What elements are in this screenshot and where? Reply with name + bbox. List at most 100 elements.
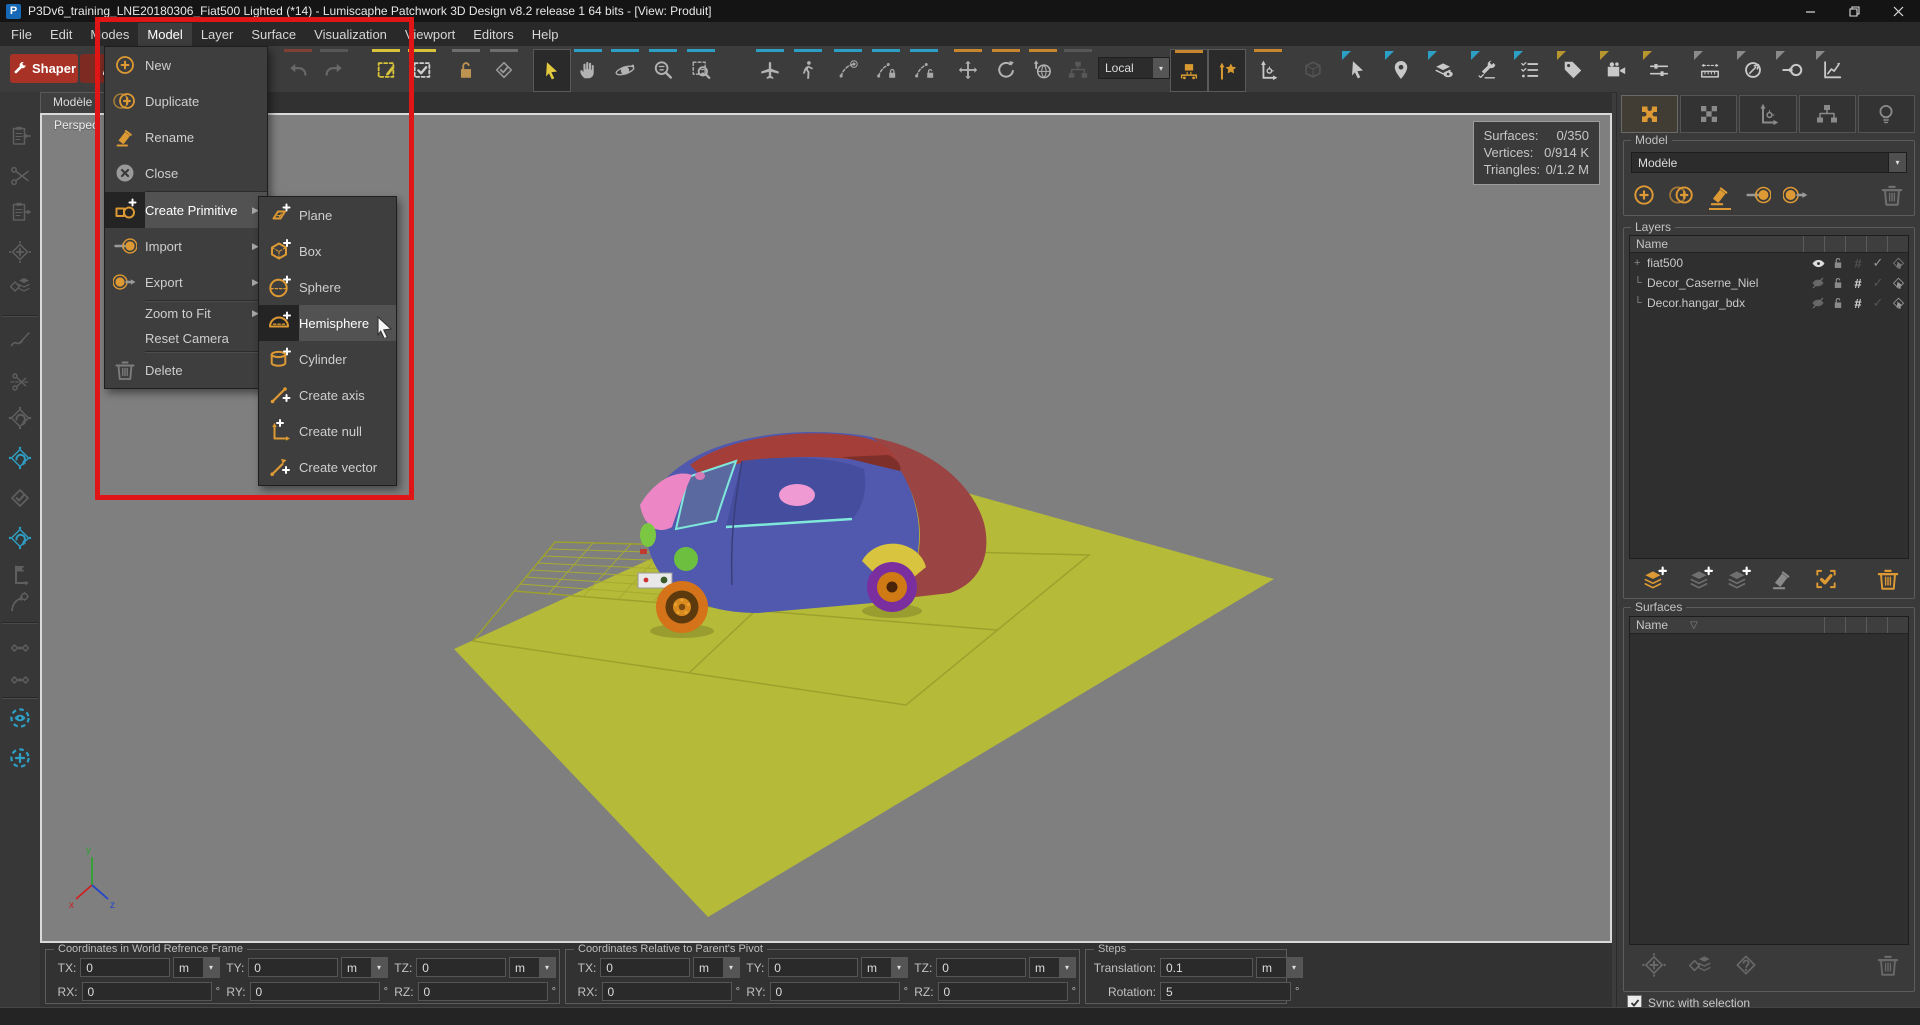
unit-select[interactable]: m▾ <box>861 957 908 978</box>
chevron-down-icon[interactable]: ▾ <box>539 958 555 977</box>
menu-item-export[interactable]: Export▶ <box>105 264 267 300</box>
new-model-button[interactable] <box>1631 180 1657 206</box>
layer-lock-toggle[interactable] <box>1828 276 1848 290</box>
field-coordinates-in-world-refrence-frame-rz-[interactable]: 0 <box>418 982 548 1001</box>
validate-object-button[interactable] <box>4 482 36 514</box>
delete-model-button[interactable] <box>1879 180 1905 206</box>
fly-tool-button[interactable] <box>752 49 788 90</box>
tab-lighting[interactable] <box>1858 95 1915 133</box>
layer-row-decor-caserne-niel[interactable]: └Decor_Caserne_Niel#✓ <box>1630 273 1908 293</box>
add-object-button[interactable] <box>4 236 36 268</box>
layer-row-fiat500[interactable]: +fiat500#✓ <box>1630 253 1908 273</box>
layer-check-toggle[interactable]: ✓ <box>1868 255 1888 271</box>
select-region-button[interactable] <box>368 49 404 90</box>
layer-visibility-toggle[interactable] <box>1808 256 1828 271</box>
layer-check-toggle[interactable]: ✓ <box>1868 275 1888 291</box>
menu-item-rename[interactable]: Rename <box>105 119 267 155</box>
layer-hash-toggle[interactable]: # <box>1848 296 1868 311</box>
layer-select-toggle[interactable] <box>1888 276 1908 291</box>
undo-button[interactable] <box>280 49 316 90</box>
cut-button[interactable] <box>4 160 36 192</box>
field-coordinates-relative-to-parent-s-pivot-ty-[interactable]: 0 <box>768 958 858 977</box>
menu-layer[interactable]: Layer <box>192 23 243 46</box>
menu-item-create-axis[interactable]: Create axis <box>259 377 396 413</box>
editor-settings-button[interactable] <box>1641 49 1677 90</box>
duplicate-model-button[interactable] <box>1669 180 1695 206</box>
field-coordinates-relative-to-parent-s-pivot-rx-[interactable]: 0 <box>602 982 732 1001</box>
layer-select-toggle[interactable] <box>1888 256 1908 271</box>
camera-lock-button[interactable] <box>868 49 904 90</box>
add-surface-button[interactable] <box>1641 950 1667 976</box>
field-steps-translation-[interactable]: 0.1 <box>1160 958 1253 977</box>
show-primitives-button[interactable] <box>1295 49 1331 90</box>
model-select[interactable]: Modèle ▾ <box>1631 152 1907 173</box>
walk-tool-button[interactable] <box>790 49 826 90</box>
config-tool-button[interactable] <box>1735 49 1771 90</box>
layer-hash-toggle[interactable]: # <box>1848 256 1868 271</box>
menu-item-reset-camera[interactable]: Reset Camera <box>105 326 267 351</box>
rename-model-button[interactable] <box>1707 180 1733 206</box>
layer-check-toggle[interactable]: ✓ <box>1868 295 1888 311</box>
editor-surface-tools-button[interactable] <box>1469 49 1505 90</box>
menu-item-create-null[interactable]: Create null <box>259 413 396 449</box>
zoom-region-tool-button[interactable] <box>683 49 719 90</box>
field-coordinates-relative-to-parent-s-pivot-ry-[interactable]: 0 <box>770 982 900 1001</box>
editor-properties-button[interactable] <box>1512 49 1548 90</box>
menu-item-sphere[interactable]: Sphere <box>259 269 396 305</box>
menu-editors[interactable]: Editors <box>464 23 522 46</box>
measure-tool-button[interactable] <box>1692 49 1728 90</box>
close-button[interactable] <box>1876 0 1920 22</box>
validate-selection-button[interactable] <box>404 49 440 90</box>
reference-frame-select[interactable]: Local ▾ <box>1098 57 1170 79</box>
sew-button[interactable] <box>4 326 36 358</box>
chevron-down-icon[interactable]: ▾ <box>1286 958 1302 977</box>
rotate-tool-button[interactable] <box>988 49 1024 90</box>
rebuild-button[interactable] <box>4 586 36 618</box>
surfaces-list-header[interactable]: Name▽ <box>1630 617 1908 634</box>
tab-axis[interactable] <box>1739 95 1796 133</box>
restore-button[interactable] <box>1832 0 1876 22</box>
paste-in-button[interactable] <box>4 120 36 152</box>
delete-layer-button[interactable] <box>1875 564 1901 590</box>
revert-object-button[interactable] <box>4 402 36 434</box>
layer-visibility-toggle[interactable] <box>1808 296 1828 310</box>
menu-edit[interactable]: Edit <box>41 23 81 46</box>
chevron-down-icon[interactable]: ▾ <box>891 958 907 977</box>
axis-mode-button[interactable] <box>1250 49 1286 90</box>
menu-item-box[interactable]: Box <box>259 233 396 269</box>
merge-in-button[interactable] <box>4 632 36 664</box>
editor-layers-button[interactable] <box>1426 49 1462 90</box>
chevron-down-icon[interactable]: ▾ <box>1059 958 1075 977</box>
revert-object-active-button[interactable] <box>4 442 36 474</box>
layer-lock-toggle[interactable] <box>1828 296 1848 310</box>
tab-hierarchy[interactable] <box>1799 95 1856 133</box>
hierarchy-mode-button[interactable] <box>1060 49 1096 90</box>
show-selection-button[interactable] <box>4 702 36 734</box>
field-coordinates-in-world-refrence-frame-tx-[interactable]: 0 <box>80 958 170 977</box>
minimize-button[interactable] <box>1788 0 1832 22</box>
unit-select[interactable]: m▾ <box>341 957 388 978</box>
sort-icon[interactable]: ▽ <box>1690 620 1698 631</box>
object-layers-button[interactable] <box>4 270 36 302</box>
pan-tool-button[interactable] <box>570 49 606 90</box>
chevron-down-icon[interactable]: ▾ <box>371 958 387 977</box>
menu-item-create-primitive[interactable]: Create Primitive▶ <box>105 192 267 228</box>
field-coordinates-in-world-refrence-frame-rx-[interactable]: 0 <box>82 982 212 1001</box>
field-coordinates-in-world-refrence-frame-tz-[interactable]: 0 <box>416 958 506 977</box>
menu-item-duplicate[interactable]: Duplicate <box>105 83 267 119</box>
editor-tags-button[interactable] <box>1555 49 1591 90</box>
layer-select-toggle[interactable] <box>1888 296 1908 311</box>
layer-hash-toggle[interactable]: # <box>1848 276 1868 291</box>
stats-tool-button[interactable] <box>1814 49 1850 90</box>
editor-position-button[interactable] <box>1383 49 1419 90</box>
world-rotate-tool-button[interactable] <box>1025 49 1061 90</box>
field-coordinates-relative-to-parent-s-pivot-rz-[interactable]: 0 <box>938 982 1068 1001</box>
chevron-down-icon[interactable]: ▾ <box>1888 153 1906 172</box>
surface-layers-button[interactable] <box>1687 950 1713 976</box>
menu-viewport[interactable]: Viewport <box>396 23 464 46</box>
layer-visibility-toggle[interactable] <box>1808 276 1828 290</box>
revert-object-active-2-button[interactable] <box>4 522 36 554</box>
viewport-tab-modele[interactable]: Modèle <box>40 92 105 113</box>
camera-path-button[interactable] <box>830 49 866 90</box>
lock-button[interactable] <box>448 49 484 90</box>
